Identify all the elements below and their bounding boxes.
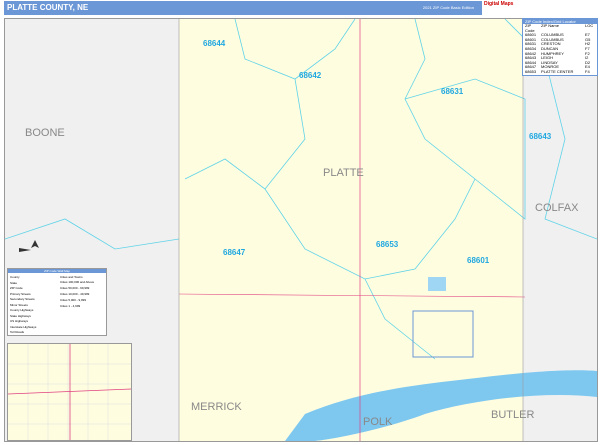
legend-item: State Highways [10,313,31,318]
legend-item: Primary Streets [10,291,31,296]
city-inset-map [7,343,132,441]
zip-label: 68601 [467,256,490,265]
zip-label: 68642 [299,71,322,80]
legend-item: US Highways [10,319,29,323]
legend-item: Toll Roads [10,330,25,334]
legend-city-item: Cities 10,000 - 49,999 [60,292,90,296]
map-title: PLATTE COUNTY, NE [7,3,89,12]
lake [428,277,446,291]
legend-item: ZIP Code [10,286,23,290]
legend-item: County Highways [10,308,34,312]
zip-index-table: ZIP Code Index/Grid Locator ZIP Code ZIP … [522,18,598,76]
zip-label: 68653 [376,240,399,249]
edition-label: 2021 ZIP Code Basic Edition [422,5,474,10]
legend-item: Minor Streets [10,302,28,307]
zip-table-cell: 68653 [525,68,537,74]
county-label-boone: BOONE [25,127,65,139]
zip-table-row: 68653 PLATTE CENTER F4 [523,68,597,75]
zip-label: 68647 [223,248,246,257]
legend-item: Secondary Streets [10,297,35,301]
zip-table-cell: PLATTE CENTER [541,68,574,74]
logo: Digital Maps [484,1,596,15]
legend-item: Interstate Highways [10,324,37,329]
legend-title: ZIP Code Wall Map [8,269,106,273]
map-legend: ZIP Code Wall Map County State ZIP Code Pri… [7,268,107,336]
header-bar: PLATTE COUNTY, NE 2021 ZIP Code Basic Ed… [4,1,482,15]
county-label-butler: BUTLER [491,409,535,421]
logo-text: Digital Maps [484,1,514,7]
inset-graphics [7,344,132,440]
county-core [179,19,523,441]
county-label-platte: PLATTE [323,167,364,179]
legend-item: State [10,280,18,285]
cities-title: Cities and Towns [60,275,83,279]
legend-city-item: Cities 1 - 4,999 [60,304,81,308]
legend-city-item: Cities 5,000 - 9,999 [60,298,87,302]
legend-item: County [10,275,20,279]
zip-table-cell: F4 [585,68,590,74]
zip-label: 68631 [441,87,464,96]
county-label-merrick: MERRICK [191,401,242,413]
county-label-colfax: COLFAX [535,202,579,214]
legend-city-item: Cities 100,000 and Above [60,280,95,284]
legend-city-item: Cities 50,000 - 99,999 [60,286,90,290]
county-label-polk: POLK [363,416,393,428]
zip-label: 68644 [203,39,226,48]
zip-label: 68643 [529,132,552,141]
